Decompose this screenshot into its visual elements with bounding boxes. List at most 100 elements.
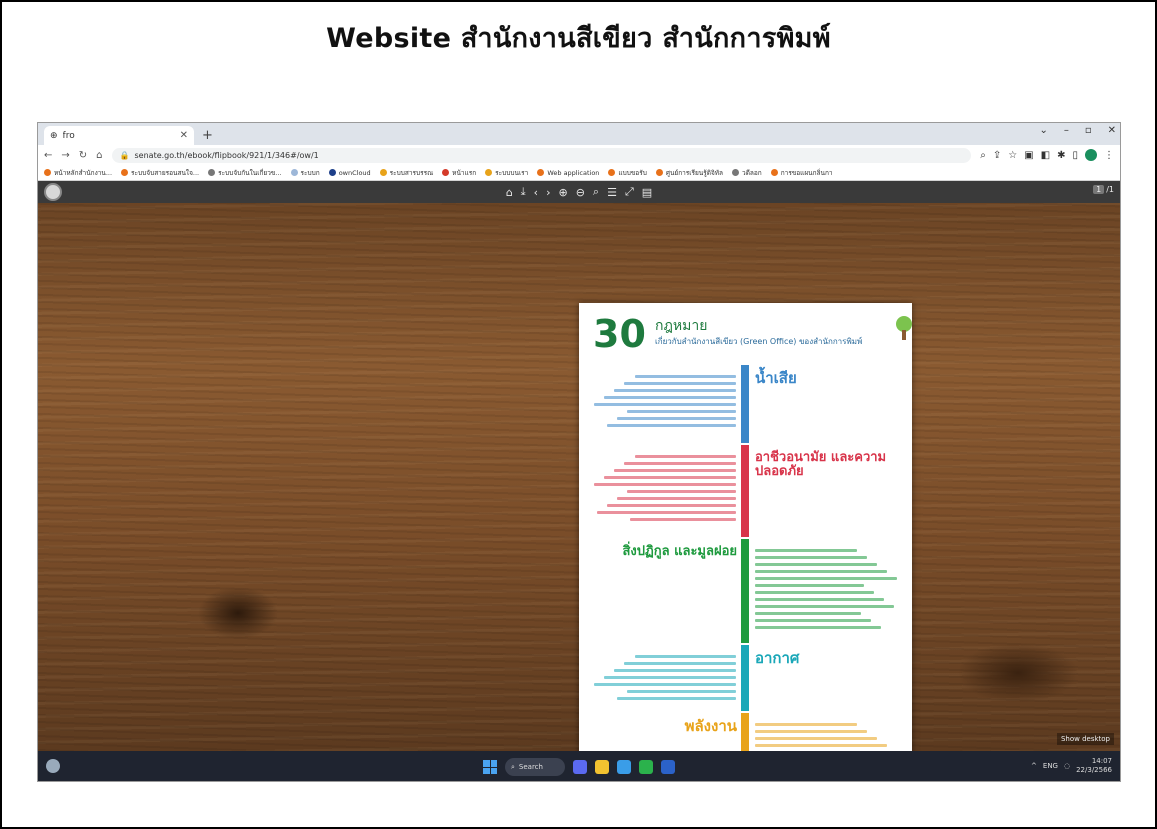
maximize-icon[interactable]: ▫ — [1085, 125, 1092, 136]
zoom-out-icon[interactable]: ⊖ — [576, 186, 585, 199]
lock-icon: 🔒 — [119, 150, 130, 160]
star-icon[interactable]: ☆ — [1008, 150, 1017, 161]
bookmark-item[interactable]: ระบบจับสายรอนสนใจ... — [121, 168, 199, 178]
download-icon[interactable]: ⤓ — [521, 185, 526, 199]
text-line — [755, 626, 882, 629]
zoom-in-icon[interactable]: ⊕ — [558, 186, 567, 199]
bookmark-favicon-icon — [732, 169, 740, 176]
forward-icon[interactable]: → — [61, 150, 69, 161]
text-line — [593, 683, 736, 686]
page-indicator: 1 /1 — [1093, 185, 1114, 194]
minimize-icon[interactable]: – — [1064, 125, 1069, 136]
document-icon[interactable]: ▤ — [642, 186, 652, 199]
text-line — [627, 490, 736, 493]
section-text-block — [591, 455, 736, 525]
text-line — [593, 483, 736, 486]
browser-tab[interactable]: ⊕ fro ✕ — [44, 126, 194, 145]
text-line — [617, 697, 736, 700]
bookmark-label: Web application — [547, 168, 600, 177]
text-line — [614, 389, 736, 392]
home-icon[interactable]: ⌂ — [506, 186, 513, 199]
bookmark-item[interactable]: ownCloud — [328, 168, 371, 177]
sidepanel-icon[interactable]: ▯ — [1072, 150, 1078, 161]
wifi-icon[interactable]: ◌ — [1064, 762, 1070, 770]
system-tray: ^ ENG ◌ 14:07 22/3/2566 — [1031, 757, 1112, 775]
taskbar-search[interactable]: ⌕ Search — [505, 758, 565, 776]
chevron-up-icon[interactable]: ^ — [1031, 762, 1037, 770]
reload-icon[interactable]: ↻ — [79, 150, 87, 161]
search-icon: ⌕ — [511, 762, 515, 771]
file-explorer-icon[interactable] — [595, 760, 609, 774]
show-desktop-button[interactable]: Show desktop — [1056, 733, 1114, 745]
text-line — [624, 462, 736, 465]
url-input[interactable]: 🔒 senate.go.th/ebook/flipbook/921/1/346#… — [111, 147, 972, 163]
weather-icon[interactable] — [46, 759, 60, 773]
back-icon[interactable]: ← — [44, 150, 52, 161]
windows-start-icon[interactable] — [483, 760, 497, 774]
bookmark-favicon-icon — [208, 169, 216, 176]
text-line — [755, 619, 871, 622]
fullscreen-icon[interactable]: ⤢ — [625, 185, 634, 199]
chat-app-icon[interactable] — [573, 760, 587, 774]
close-window-icon[interactable]: ✕ — [1108, 125, 1116, 136]
word-app-icon[interactable] — [661, 760, 675, 774]
text-line — [593, 403, 736, 406]
bookmark-item[interactable]: ศูนย์การเรียนรู้ดิจิทัล — [655, 168, 723, 178]
text-line — [634, 455, 736, 458]
chrome-icon[interactable] — [617, 760, 631, 774]
bookmark-label: ownCloud — [338, 168, 371, 177]
zoom-icon[interactable]: ⌕ — [980, 150, 986, 161]
text-line — [755, 570, 887, 573]
language-indicator[interactable]: ENG — [1043, 762, 1058, 770]
bookmark-favicon-icon — [442, 169, 450, 176]
next-page-icon[interactable]: › — [546, 186, 550, 199]
section-title: อากาศ — [755, 649, 800, 667]
current-page[interactable]: 1 — [1093, 185, 1105, 194]
poster-section: สิ่งปฏิกูล และมูลฝอย — [579, 539, 912, 645]
tab-search-icon[interactable]: ⌄ — [1039, 125, 1047, 136]
bookmark-favicon-icon — [328, 169, 336, 176]
bookmark-item[interactable]: ระบบบนเรา — [485, 168, 528, 178]
section-title: สิ่งปฏิกูล และมูลฝอย — [622, 544, 737, 559]
window-controls: ⌄ – ▫ ✕ — [1039, 125, 1116, 136]
poster-page[interactable]: 30 กฎหมาย เกี่ยวกับสำนักงานสีเขียว (Gree… — [579, 303, 912, 781]
bookmark-item[interactable]: แบบขอรับ — [608, 168, 647, 178]
extension-icon[interactable]: ▣ — [1024, 150, 1033, 161]
section-spine — [741, 645, 749, 711]
extension-icon[interactable]: ◧ — [1041, 150, 1050, 161]
poster-subheading: เกี่ยวกับสำนักงานสีเขียว (Green Office) … — [655, 337, 863, 346]
extension-bar: ⌕ ⇪ ☆ ▣ ◧ ✱ ▯ ⋮ — [980, 149, 1114, 161]
profile-avatar[interactable] — [1085, 149, 1097, 161]
puzzle-icon[interactable]: ✱ — [1057, 150, 1065, 161]
clock[interactable]: 14:07 22/3/2566 — [1076, 757, 1112, 775]
bookmark-favicon-icon — [608, 169, 616, 176]
search-icon[interactable]: ⌕ — [593, 185, 599, 199]
bookmark-item[interactable]: การขอแผนกลิ่นกา — [770, 168, 833, 178]
prev-page-icon[interactable]: ‹ — [534, 186, 538, 199]
home-icon[interactable]: ⌂ — [96, 150, 102, 161]
bookmarks-bar: หน้าหลักสำนักงาน... ระบบจับสายรอนสนใจ... ร… — [38, 165, 1120, 181]
bookmark-item[interactable]: หน้าหลักสำนักงาน... — [44, 168, 112, 178]
poster-section: อากาศ — [579, 645, 912, 713]
menu-icon[interactable]: ⋮ — [1104, 150, 1114, 161]
thumbnails-icon[interactable]: ☰ — [607, 186, 617, 199]
bookmark-item[interactable]: หน้าแรก — [442, 168, 476, 178]
search-label: Search — [518, 763, 543, 771]
close-tab-icon[interactable]: ✕ — [180, 130, 188, 141]
bookmark-item[interactable]: Web application — [537, 169, 599, 177]
bookmark-item[interactable]: ระบบสารบรรณ — [379, 168, 433, 178]
bookmark-item[interactable]: วดีลอก — [732, 168, 762, 178]
line-app-icon[interactable] — [639, 760, 653, 774]
share-icon[interactable]: ⇪ — [993, 150, 1001, 161]
bookmark-label: ระบบบนเรา — [495, 168, 529, 177]
clock-date: 22/3/2566 — [1076, 766, 1112, 774]
text-line — [755, 744, 887, 747]
section-spine — [741, 445, 749, 537]
new-tab-button[interactable]: + — [202, 126, 213, 145]
url-text: senate.go.th/ebook/flipbook/921/1/346#/o… — [134, 150, 319, 160]
bookmark-favicon-icon — [379, 169, 387, 176]
section-title: พลังงาน — [684, 717, 737, 735]
bookmark-item[interactable]: ระบบก — [290, 168, 320, 178]
bookmark-item[interactable]: ระบบจับกันในเกี่ยวข... — [208, 168, 282, 178]
poster-section: อาชีวอนามัย และความปลอดภัย — [579, 445, 912, 539]
